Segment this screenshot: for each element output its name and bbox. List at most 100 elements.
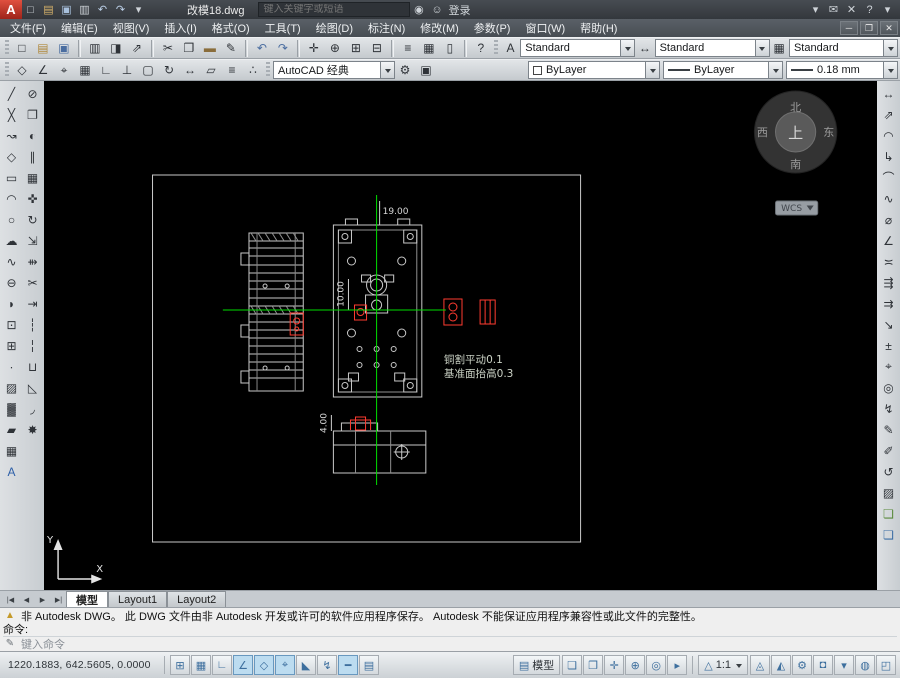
- zoom-icon[interactable]: ⊕: [625, 655, 645, 675]
- zoom-previous-icon[interactable]: ⊟: [367, 39, 387, 58]
- break-at-point-icon[interactable]: ┆: [22, 314, 43, 335]
- color-combo[interactable]: ByLayer: [528, 61, 660, 79]
- polyline-icon[interactable]: ↝: [1, 125, 22, 146]
- undo-icon[interactable]: ↶: [94, 1, 111, 18]
- arc-icon[interactable]: ◠: [1, 188, 22, 209]
- auto-annotation-scale-icon[interactable]: ◭: [771, 655, 791, 675]
- window-close-button[interactable]: ✕: [880, 21, 898, 35]
- explode-icon[interactable]: ✸: [22, 419, 43, 440]
- dimension-style-icon[interactable]: ▨: [878, 482, 899, 503]
- polar-tracking-icon[interactable]: ∠: [33, 61, 53, 80]
- workspace-settings-icon[interactable]: ⚙: [395, 61, 415, 80]
- tab-layout1[interactable]: Layout1: [108, 591, 167, 607]
- coordinates-display[interactable]: 1220.1883, 642.5605, 0.0000: [4, 659, 159, 671]
- user-icon[interactable]: ☺: [428, 1, 445, 18]
- make-block-icon[interactable]: ⊞: [1, 335, 22, 356]
- toolbar-grip[interactable]: [5, 62, 9, 78]
- workspace-combo[interactable]: AutoCAD 经典: [273, 61, 395, 79]
- point-icon[interactable]: ∙: [1, 356, 22, 377]
- osnap-toggle[interactable]: ◇: [254, 655, 274, 675]
- line-icon[interactable]: ╱: [1, 83, 22, 104]
- orbit-icon[interactable]: ↻: [159, 61, 179, 80]
- tab-first-icon[interactable]: |◀: [3, 592, 18, 607]
- region-icon[interactable]: ▰: [1, 419, 22, 440]
- quick-dimension-icon[interactable]: ≍: [878, 251, 899, 272]
- dimension-edit-icon[interactable]: ✎: [878, 419, 899, 440]
- sign-in-button[interactable]: 登录: [448, 2, 470, 18]
- tab-next-icon[interactable]: ▶: [35, 592, 50, 607]
- tab-last-icon[interactable]: ▶|: [51, 592, 66, 607]
- diameter-dimension-icon[interactable]: ⌀: [878, 209, 899, 230]
- insert-block-icon[interactable]: ⊡: [1, 314, 22, 335]
- circle-icon[interactable]: ○: [1, 209, 22, 230]
- offset-icon[interactable]: ∥: [22, 146, 43, 167]
- chevron-down-icon[interactable]: [380, 62, 394, 78]
- new-file-icon[interactable]: □: [22, 1, 39, 18]
- quick-view-drawings-icon[interactable]: ❐: [583, 655, 603, 675]
- redo-icon[interactable]: ↷: [112, 1, 129, 18]
- table-style-combo[interactable]: Standard: [789, 39, 898, 57]
- baseline-dimension-icon[interactable]: ⇶: [878, 272, 899, 293]
- cut-icon[interactable]: ✂: [158, 39, 178, 58]
- scale-icon[interactable]: ⇲: [22, 230, 43, 251]
- inspection-icon[interactable]: ◎: [878, 377, 899, 398]
- snap-mode-icon[interactable]: ◇: [12, 61, 32, 80]
- continue-dimension-icon[interactable]: ⇉: [878, 293, 899, 314]
- designcenter-icon[interactable]: ▦: [419, 39, 439, 58]
- erase-icon[interactable]: ⊘: [22, 83, 43, 104]
- compass-west-label[interactable]: 西: [757, 126, 768, 139]
- toolbar-grip[interactable]: [494, 40, 498, 56]
- locate-point-icon[interactable]: ∴: [243, 61, 263, 80]
- otrack-toggle[interactable]: ⌖: [275, 655, 295, 675]
- grid-display-icon[interactable]: ▦: [75, 61, 95, 80]
- open-file-icon[interactable]: ▤: [40, 1, 57, 18]
- copy-icon[interactable]: ❐: [22, 104, 43, 125]
- radius-dimension-icon[interactable]: ⌒: [878, 167, 899, 188]
- rectangle-icon[interactable]: ▭: [1, 167, 22, 188]
- ducs-toggle[interactable]: ◣: [296, 655, 316, 675]
- area-icon[interactable]: ▱: [201, 61, 221, 80]
- jog-line-icon[interactable]: ↯: [878, 398, 899, 419]
- match-properties-icon[interactable]: ✎: [221, 39, 241, 58]
- center-mark-icon[interactable]: ⌖: [878, 356, 899, 377]
- chevron-down-icon[interactable]: [645, 62, 659, 78]
- help-icon[interactable]: ?: [861, 1, 878, 18]
- menu-insert[interactable]: 插入(I): [157, 19, 203, 37]
- named-views-icon[interactable]: ▢: [138, 61, 158, 80]
- copy-icon[interactable]: ❐: [179, 39, 199, 58]
- multileader-icon[interactable]: ↘: [878, 314, 899, 335]
- paste-icon[interactable]: ▬: [200, 39, 220, 58]
- angular-dimension-icon[interactable]: ∠: [878, 230, 899, 251]
- polar-toggle[interactable]: ∠: [233, 655, 253, 675]
- pan-icon[interactable]: ✛: [604, 655, 624, 675]
- undo-icon[interactable]: ↶: [252, 39, 272, 58]
- workspace-switching-icon[interactable]: ⚙: [792, 655, 812, 675]
- gradient-icon[interactable]: ▓: [1, 398, 22, 419]
- draw-order-front-icon[interactable]: ❏: [878, 503, 899, 524]
- menu-format[interactable]: 格式(O): [205, 19, 257, 37]
- save-icon[interactable]: ▣: [54, 39, 74, 58]
- draw-order-back-icon[interactable]: ❏: [878, 524, 899, 545]
- titlebar-menu-icon[interactable]: ▾: [879, 1, 896, 18]
- text-style-combo[interactable]: Standard: [520, 39, 635, 57]
- search-icon[interactable]: ◉: [410, 1, 427, 18]
- ortho-mode-icon[interactable]: ∟: [96, 61, 116, 80]
- toolbar-grip[interactable]: [266, 62, 270, 78]
- revision-cloud-icon[interactable]: ☁: [1, 230, 22, 251]
- compass-north-label[interactable]: 北: [790, 101, 801, 114]
- table-icon[interactable]: ▦: [1, 440, 22, 461]
- extend-icon[interactable]: ⇥: [22, 293, 43, 314]
- grid-toggle[interactable]: ▦: [191, 655, 211, 675]
- save-workspace-icon[interactable]: ▣: [416, 61, 436, 80]
- window-restore-button[interactable]: ❐: [860, 21, 878, 35]
- publish-icon[interactable]: ⇗: [127, 39, 147, 58]
- annotation-scale-button[interactable]: △ 1:1: [698, 655, 748, 675]
- model-space-canvas[interactable]: 19.00 10.00 4.00 铜割平动0.1 基准面抬高0.3 北 南 西 …: [44, 81, 877, 590]
- multiline-text-icon[interactable]: A: [1, 461, 22, 482]
- rotate-icon[interactable]: ↻: [22, 209, 43, 230]
- list-icon[interactable]: ≡: [222, 61, 242, 80]
- fillet-icon[interactable]: ◞: [22, 398, 43, 419]
- window-minimize-button[interactable]: ─: [840, 21, 858, 35]
- plot-icon[interactable]: ▥: [76, 1, 93, 18]
- tab-model[interactable]: 模型: [66, 591, 108, 607]
